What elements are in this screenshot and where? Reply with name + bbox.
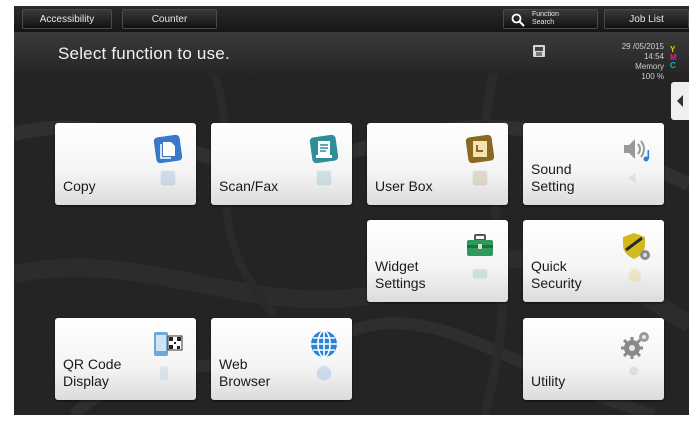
counter-label: Counter: [151, 14, 188, 25]
copy-icon: [153, 134, 183, 164]
counter-button[interactable]: Counter: [122, 9, 217, 29]
utility-label: Utility: [531, 373, 566, 389]
chevron-left-icon: [677, 95, 683, 107]
toner-c: C: [670, 61, 676, 70]
function-search-button[interactable]: Function Search: [503, 9, 598, 29]
gear-icon-reflection: [629, 366, 639, 376]
sound-setting-label-1: Sound: [531, 161, 572, 177]
quick-security-label-1: Quick: [531, 258, 567, 274]
job-list-label: Job List: [629, 14, 664, 25]
speaker-icon-reflection: [629, 172, 636, 184]
web-browser-label-2: Browser: [219, 373, 271, 389]
toolbox-icon-reflection: [472, 269, 488, 279]
copy-icon-reflection: [160, 170, 176, 186]
toolbox-icon: [467, 234, 493, 256]
globe-icon: [311, 330, 337, 358]
status-memory-label: Memory: [635, 62, 664, 71]
sound-setting-tile[interactable]: Sound Setting: [523, 123, 664, 205]
globe-icon-reflection: [316, 365, 332, 381]
accessibility-label: Accessibility: [39, 14, 95, 25]
function-search-label-1: Function: [532, 11, 559, 18]
scan-fax-label: Scan/Fax: [219, 178, 279, 194]
web-browser-label-1: Web: [219, 356, 248, 372]
status-date: 29 /05/2015: [621, 42, 664, 51]
mfp-panel: Accessibility Counter Function Search Jo…: [14, 6, 689, 415]
toner-indicator: Y M C: [670, 46, 682, 70]
widget-settings-label-1: Widget: [375, 258, 419, 274]
qr-code-display-label-2: Display: [63, 373, 109, 389]
quick-security-label-2: Security: [531, 275, 582, 291]
user-box-icon: [465, 134, 495, 164]
user-box-label: User Box: [375, 178, 433, 194]
header-bar: Select function to use. 29 /05/2015 14:5…: [14, 32, 689, 81]
widget-settings-tile[interactable]: Widget Settings: [367, 220, 508, 302]
web-browser-label: Web Browser: [219, 356, 270, 390]
widget-settings-label-2: Settings: [375, 275, 426, 291]
storage-icon: [533, 45, 545, 57]
search-icon: [511, 13, 525, 27]
quick-security-tile[interactable]: Quick Security: [523, 220, 664, 302]
copy-label: Copy: [63, 178, 96, 194]
status-time: 14:54: [643, 52, 664, 61]
function-search-label-2: Search: [532, 19, 555, 26]
accessibility-button[interactable]: Accessibility: [22, 9, 112, 29]
shield-icon-reflection: [628, 267, 642, 283]
speaker-icon: [624, 139, 650, 162]
scan-fax-icon: [309, 134, 339, 164]
qr-code-display-label: QR Code Display: [63, 356, 121, 390]
user-box-tile[interactable]: User Box: [367, 123, 508, 205]
utility-tile[interactable]: Utility: [523, 318, 664, 400]
job-list-button[interactable]: Job List: [604, 9, 689, 29]
gear-icon: [621, 332, 649, 359]
qr-code-icon-reflection: [160, 366, 168, 380]
user-box-icon-reflection: [472, 170, 488, 186]
top-bar: Accessibility Counter Function Search Jo…: [14, 6, 689, 32]
status-readout: 29 /05/2015 14:54 Memory 100 %: [594, 42, 664, 82]
web-browser-tile[interactable]: Web Browser: [211, 318, 352, 400]
quick-security-label: Quick Security: [531, 258, 582, 292]
status-memory-value: 100 %: [641, 72, 664, 81]
copy-tile[interactable]: Copy: [55, 123, 196, 205]
qr-code-icon: [154, 332, 183, 356]
sound-setting-label-2: Setting: [531, 178, 575, 194]
scan-fax-tile[interactable]: Scan/Fax: [211, 123, 352, 205]
page-title: Select function to use.: [58, 44, 230, 63]
widget-settings-label: Widget Settings: [375, 258, 426, 292]
scan-fax-icon-reflection: [316, 170, 332, 186]
sound-setting-label: Sound Setting: [531, 161, 575, 195]
side-panel-handle[interactable]: [671, 82, 689, 120]
qr-code-display-tile[interactable]: QR Code Display: [55, 318, 196, 400]
shield-icon: [623, 233, 650, 260]
qr-code-display-label-1: QR Code: [63, 356, 122, 372]
